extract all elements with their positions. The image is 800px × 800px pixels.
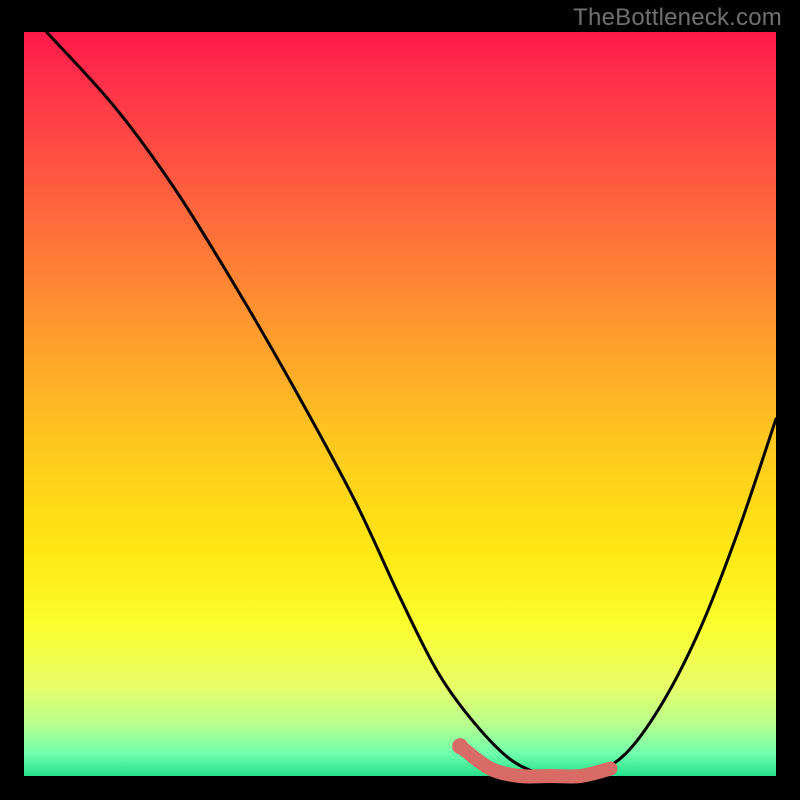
watermark-text: TheBottleneck.com xyxy=(573,4,782,32)
bottleneck-chart xyxy=(0,0,800,800)
chart-background xyxy=(24,32,776,776)
optimal-range-start-dot xyxy=(452,738,468,754)
chart-stage: TheBottleneck.com xyxy=(0,0,800,800)
